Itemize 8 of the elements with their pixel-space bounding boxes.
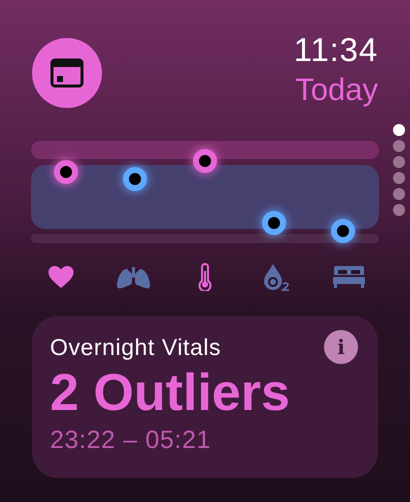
day-label: Today xyxy=(295,71,378,109)
outlier-count: 2 Outliers xyxy=(50,363,291,424)
card-title: Overnight Vitals xyxy=(50,333,222,362)
clock-time: 11:34 xyxy=(294,30,378,70)
vitals-card[interactable]: Overnight Vitals i 2 Outliers 23:22 – 05:21 xyxy=(32,316,378,478)
time-range: 23:22 – 05:21 xyxy=(50,425,212,456)
info-icon[interactable]: i xyxy=(324,330,358,364)
window-icon xyxy=(50,58,84,88)
